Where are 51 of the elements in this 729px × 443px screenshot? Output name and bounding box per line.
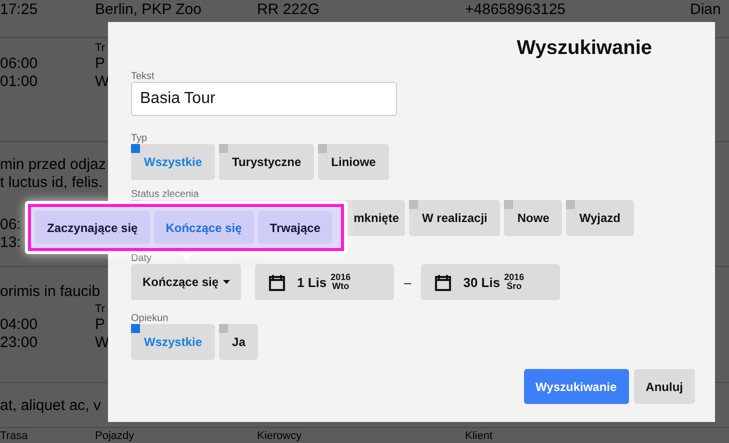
time-text: 06: (0, 216, 21, 234)
calendar-icon (269, 274, 285, 290)
filter-chip[interactable]: Turystyczne (219, 144, 314, 180)
time-text: 13: (0, 234, 21, 252)
table-cell: Berlin, PKP Zoo (95, 1, 202, 19)
table-cell: Dian (690, 1, 721, 19)
filter-chip[interactable]: Nowe (504, 200, 562, 236)
route-text: P (95, 316, 106, 334)
popover-option[interactable]: Trwające (258, 211, 332, 244)
note-text: orimis in faucib (0, 283, 100, 301)
date-mode-dropdown[interactable]: Kończące się (131, 264, 241, 300)
search-button[interactable]: Wyszukiwanie (524, 369, 629, 404)
cancel-button[interactable]: Anuluj (634, 369, 695, 404)
field-label: Typ (131, 134, 148, 144)
column-label: Kierowcy (257, 430, 302, 443)
time-text: 01:00 (0, 73, 38, 91)
table-cell: RR 222G (257, 1, 320, 19)
note-text: min przed odjaz (0, 156, 106, 174)
note-text: at, aliquet ac, v (0, 397, 101, 415)
filter-chip[interactable]: W realizacji (409, 200, 500, 236)
column-label: Tr (95, 303, 105, 316)
time-text: 23:00 (0, 334, 38, 352)
column-label: Tr (95, 42, 105, 55)
note-text: t luctus id, felis. (0, 174, 103, 192)
weekday-text: Śro (506, 282, 523, 291)
route-text: P (95, 55, 106, 73)
filter-chip[interactable]: Wyjazd (566, 200, 634, 236)
table-cell: +48658963125 (465, 1, 566, 19)
route-text: W (95, 73, 110, 91)
weekday-text: Wto (331, 282, 350, 291)
column-label: Klient (465, 430, 493, 443)
range-dash: – (404, 274, 412, 290)
caret-icon (222, 280, 230, 284)
calendar-icon (435, 274, 452, 290)
field-label: Tekst (131, 72, 154, 82)
column-label: Trasa (0, 430, 28, 443)
popover-option[interactable]: Zaczynające się (35, 211, 150, 244)
route-text: W (95, 334, 110, 352)
year-text: 2016 (330, 273, 351, 282)
filter-chip[interactable]: Liniowe (318, 144, 389, 180)
year-text: 2016 (504, 273, 524, 282)
column-label: Pojazdy (95, 430, 134, 443)
text-input-field[interactable]: Basia Tour (131, 82, 397, 116)
field-label: Opiekun (131, 314, 168, 324)
dialog-title: Wyszukiwanie (516, 36, 652, 61)
time-text: 04:00 (0, 316, 38, 334)
filter-chip[interactable]: Ja (219, 324, 258, 360)
table-cell: 17:25 (0, 1, 38, 19)
field-label: Daty (131, 254, 152, 264)
field-label: Status zlecenia (131, 190, 199, 200)
time-text: 06:00 (0, 55, 38, 73)
